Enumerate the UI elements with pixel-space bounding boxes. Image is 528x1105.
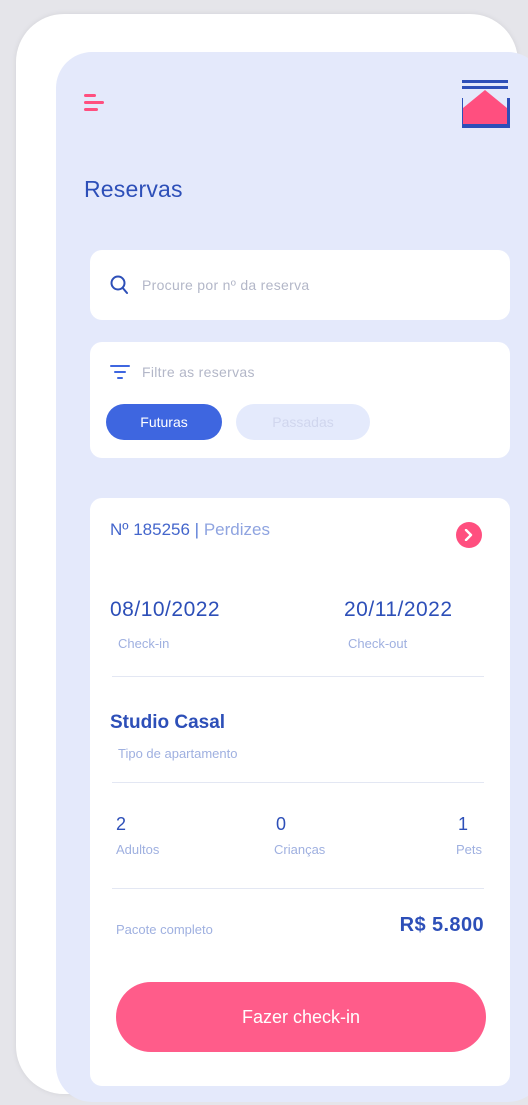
filter-panel: Filtre as reservas Futuras Passadas [90, 342, 510, 458]
children-count: 0 [276, 814, 287, 834]
checkin-button[interactable]: Fazer check-in [116, 982, 486, 1052]
reservation-card: Nº 185256 | Perdizes 08/10/2022 Check-in… [90, 498, 510, 1086]
page-title: Reservas [84, 176, 183, 202]
adults-label: Adultos [116, 842, 160, 857]
checkin-date: 08/10/2022 [110, 598, 221, 621]
filter-label: Filtre as reservas [142, 364, 255, 380]
search-bar[interactable]: Procure por nº da reserva [90, 250, 510, 320]
app-screen: Reservas Procure por nº da reserva Filtr… [56, 52, 528, 1102]
chip-passadas[interactable]: Passadas [236, 404, 370, 440]
divider [112, 782, 484, 783]
adults-count: 2 [116, 814, 127, 834]
filter-icon [110, 365, 130, 379]
chip-futuras[interactable]: Futuras [106, 404, 222, 440]
checkout-label: Check-out [348, 636, 408, 651]
menu-icon[interactable] [84, 94, 104, 112]
apartment-type-label: Tipo de apartamento [118, 746, 238, 761]
divider [112, 676, 484, 677]
reservation-header: Nº 185256 | Perdizes [110, 520, 270, 540]
phone-frame: Reservas Procure por nº da reserva Filtr… [16, 14, 528, 1102]
search-icon [110, 275, 128, 294]
filter-row[interactable]: Filtre as reservas [110, 364, 255, 380]
home-icon[interactable] [462, 76, 510, 128]
reservation-separator: | [194, 520, 200, 539]
reservation-details-button[interactable] [456, 522, 482, 548]
pets-count: 1 [458, 814, 469, 834]
checkin-label: Check-in [118, 636, 170, 651]
package-label: Pacote completo [116, 922, 213, 937]
price-value: R$ 5.800 [399, 914, 484, 936]
search-input[interactable]: Procure por nº da reserva [142, 277, 309, 293]
checkout-date: 20/11/2022 [344, 598, 453, 621]
children-label: Crianças [274, 842, 326, 857]
apartment-type: Studio Casal [110, 712, 226, 733]
divider [112, 888, 484, 889]
pets-label: Pets [456, 842, 483, 857]
reservation-number: Nº 185256 [110, 520, 190, 539]
reservation-location: Perdizes [203, 520, 270, 539]
chevron-right-icon [464, 529, 473, 541]
